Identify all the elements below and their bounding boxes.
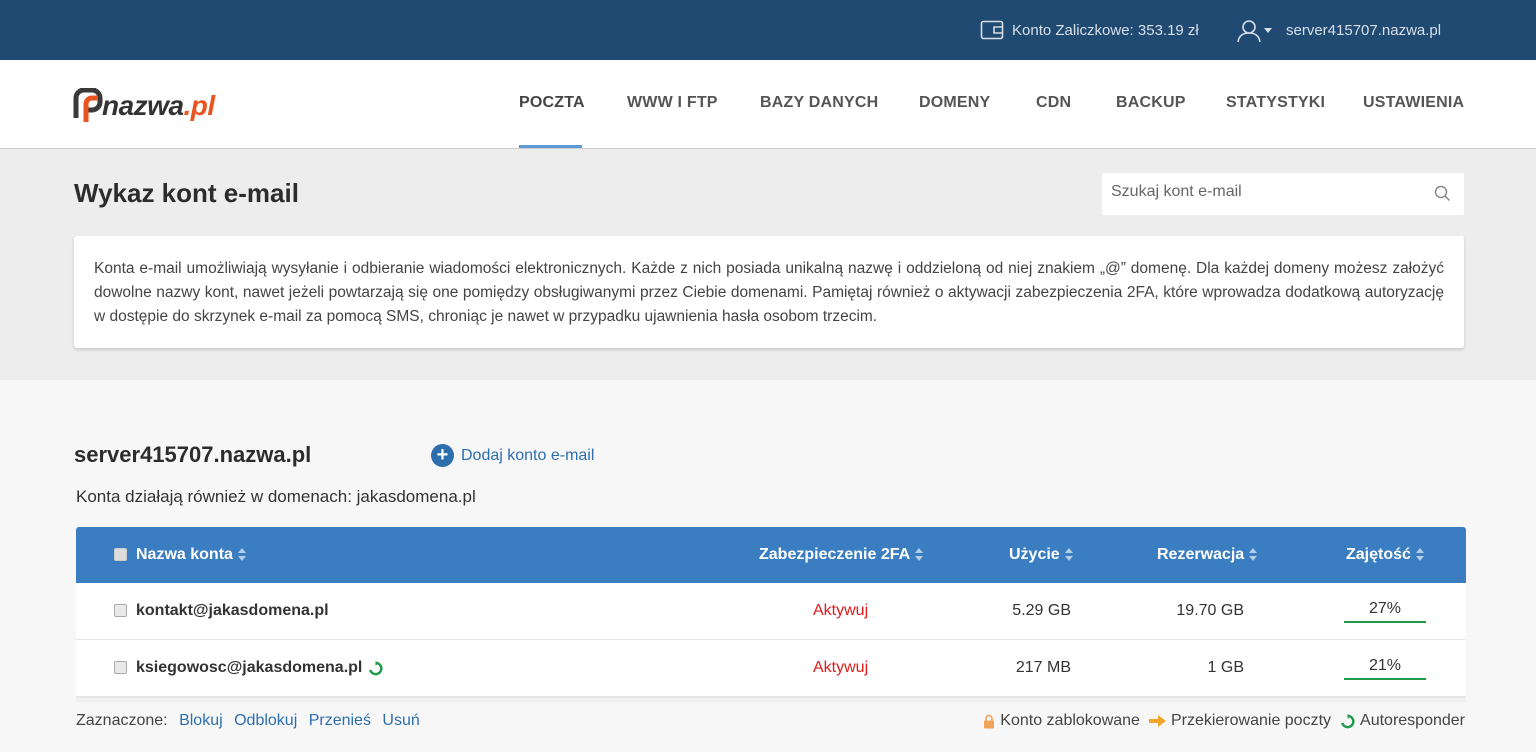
row-checkbox[interactable] xyxy=(114,604,127,617)
activate-2fa-link[interactable]: Aktywuj xyxy=(813,602,868,620)
nav-poczta[interactable]: POCZTA xyxy=(519,94,585,112)
nav-domeny[interactable]: DOMENY xyxy=(919,94,990,112)
info-text: Konta e-mail umożliwiają wysyłanie i odb… xyxy=(94,260,1444,325)
occupancy-cell: 27% xyxy=(1344,600,1426,623)
col-2fa-header[interactable]: Zabezpieczenie 2FA xyxy=(759,546,924,564)
delete-action[interactable]: Usuń xyxy=(382,712,419,729)
user-icon[interactable] xyxy=(1236,19,1262,43)
logo[interactable]: nazwa.pl xyxy=(72,86,215,126)
legend-autoresponder: Autoresponder xyxy=(1340,712,1465,730)
lock-icon xyxy=(984,714,995,728)
search-icon[interactable] xyxy=(1434,185,1451,202)
occupancy-value: 27% xyxy=(1368,600,1402,617)
table-row: ksiegowosc@jakasdomena.pl Aktywuj 217 MB… xyxy=(76,640,1466,697)
reservation-value: 1 GB xyxy=(1207,659,1244,676)
occupancy-cell: 21% xyxy=(1344,657,1426,680)
search-box xyxy=(1102,173,1464,215)
selected-label: Zaznaczone: xyxy=(76,712,168,729)
table-body: kontakt@jakasdomena.pl Aktywuj 5.29 GB 1… xyxy=(76,583,1466,697)
nav-www-ftp[interactable]: WWW I FTP xyxy=(627,94,718,112)
occupancy-bar xyxy=(1344,621,1426,623)
sort-icon xyxy=(1415,548,1424,562)
add-email-account-label: Dodaj konto e-mail xyxy=(461,446,595,464)
logo-text: nazwa.pl xyxy=(102,90,215,121)
table-row: kontakt@jakasdomena.pl Aktywuj 5.29 GB 1… xyxy=(76,583,1466,640)
top-bar: Konto Zaliczkowe: 353.19 zł server415707… xyxy=(0,0,1536,60)
table-footer xyxy=(76,697,1466,702)
sort-icon xyxy=(237,548,246,562)
nav-bazy-danych[interactable]: BAZY DANYCH xyxy=(760,94,878,112)
search-input[interactable] xyxy=(1111,183,1421,201)
add-email-account-button[interactable]: + Dodaj konto e-mail xyxy=(431,444,594,467)
col-occupancy-header[interactable]: Zajętość xyxy=(1346,546,1424,564)
account-email-cell[interactable]: ksiegowosc@jakasdomena.pl xyxy=(136,659,383,677)
logo-icon xyxy=(73,88,103,122)
activate-2fa-link[interactable]: Aktywuj xyxy=(813,659,868,677)
active-tab-indicator xyxy=(519,145,582,148)
bulk-actions: Zaznaczone: Blokuj Odblokuj Przenieś Usu… xyxy=(76,712,420,730)
arrow-right-icon xyxy=(1148,715,1166,727)
legend: Konto zablokowane Przekierowanie poczty … xyxy=(974,712,1465,730)
prepaid-balance[interactable]: Konto Zaliczkowe: 353.19 zł xyxy=(1012,22,1199,39)
occupancy-value: 21% xyxy=(1368,657,1402,674)
page-title: Wykaz kont e-mail xyxy=(74,178,299,208)
sort-icon xyxy=(1064,548,1073,562)
domains-info: Konta działają również w domenach: jakas… xyxy=(76,487,476,506)
info-box: Konta e-mail umożliwiają wysyłanie i odb… xyxy=(74,236,1464,348)
wallet-icon xyxy=(980,20,1004,40)
occupancy-bar xyxy=(1344,678,1426,680)
sort-icon xyxy=(915,548,924,562)
nav-ustawienia[interactable]: USTAWIENIA xyxy=(1363,94,1464,112)
chevron-down-icon[interactable] xyxy=(1264,28,1272,33)
legend-forward: Przekierowanie poczty xyxy=(1148,712,1331,730)
nav-backup[interactable]: BACKUP xyxy=(1116,94,1186,112)
usage-value: 217 MB xyxy=(1015,659,1071,676)
email-accounts-table: Nazwa konta Zabezpieczenie 2FA Użycie Re… xyxy=(76,527,1466,702)
unblock-action[interactable]: Odblokuj xyxy=(234,712,297,729)
col-name-header[interactable]: Nazwa konta xyxy=(136,546,246,564)
autoresponder-icon xyxy=(1341,713,1355,728)
move-action[interactable]: Przenieś xyxy=(309,712,371,729)
row-checkbox[interactable] xyxy=(114,661,127,674)
block-action[interactable]: Blokuj xyxy=(179,712,223,729)
usage-value: 5.29 GB xyxy=(1012,602,1071,619)
account-email[interactable]: kontakt@jakasdomena.pl xyxy=(136,602,329,620)
nav-cdn[interactable]: CDN xyxy=(1036,94,1071,112)
nav-statystyki[interactable]: STATYSTYKI xyxy=(1226,94,1325,112)
account-email: ksiegowosc@jakasdomena.pl xyxy=(136,659,363,676)
select-all-checkbox[interactable] xyxy=(114,548,127,561)
sort-icon xyxy=(1249,548,1258,562)
reservation-value: 19.70 GB xyxy=(1176,602,1244,619)
col-reservation-header[interactable]: Rezerwacja xyxy=(1157,546,1258,564)
table-header: Nazwa konta Zabezpieczenie 2FA Użycie Re… xyxy=(76,527,1466,583)
main-header: nazwa.pl POCZTA WWW I FTP BAZY DANYCH DO… xyxy=(0,60,1536,149)
legend-blocked: Konto zablokowane xyxy=(983,712,1140,730)
autoresponder-icon xyxy=(369,660,383,675)
col-usage-header[interactable]: Użycie xyxy=(1009,546,1073,564)
section-server-name: server415707.nazwa.pl xyxy=(74,442,312,467)
plus-icon: + xyxy=(431,444,454,467)
server-name[interactable]: server415707.nazwa.pl xyxy=(1286,22,1441,39)
